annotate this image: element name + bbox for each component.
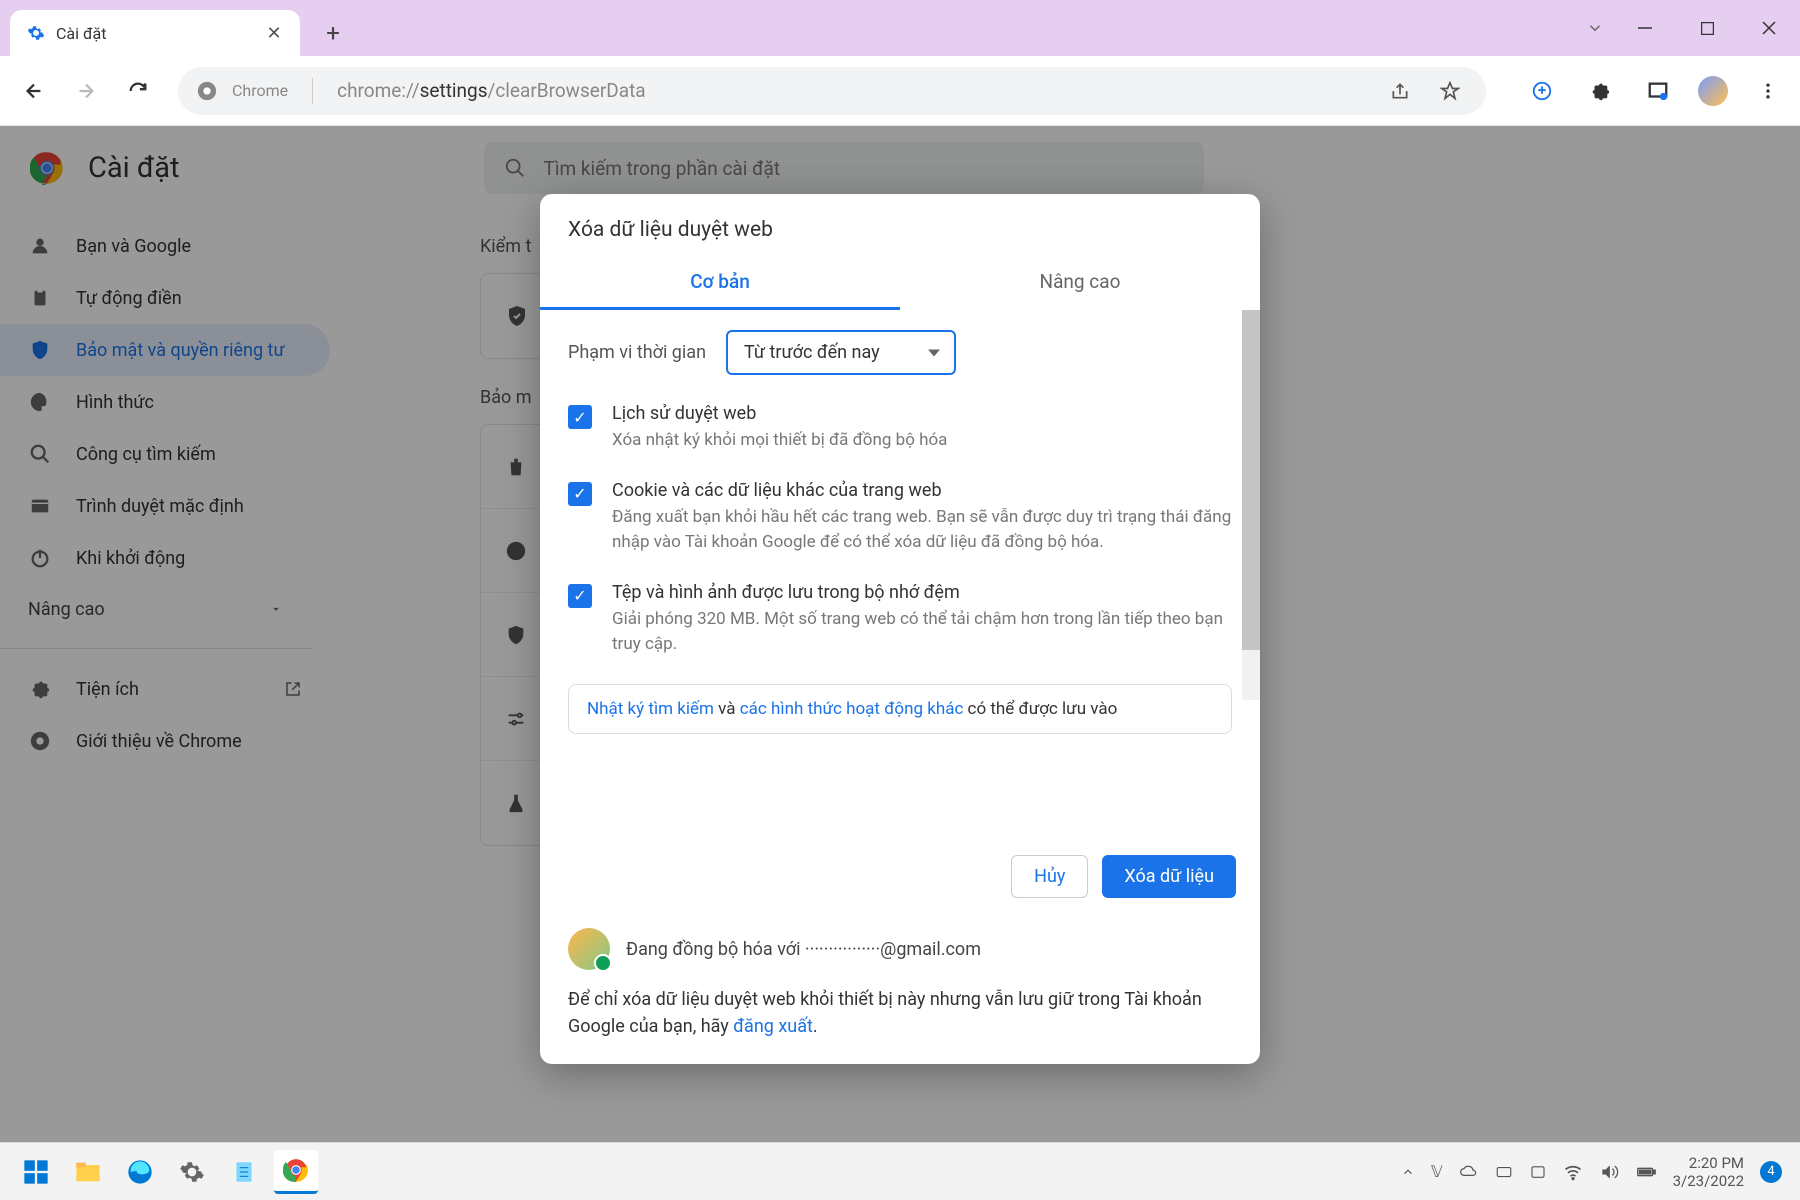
sync-avatar xyxy=(568,928,610,970)
windows-taskbar: 𝕍 2:20 PM 3/23/2022 4 xyxy=(0,1142,1800,1200)
checkbox-sublabel: Xóa nhật ký khỏi mọi thiết bị đã đồng bộ… xyxy=(612,428,947,454)
tray-chevron-icon[interactable] xyxy=(1401,1165,1415,1179)
wifi-icon[interactable] xyxy=(1563,1162,1583,1182)
extensions-icon[interactable] xyxy=(1582,73,1618,109)
checkbox-row-cookies: ✓ Cookie và các dữ liệu khác của trang w… xyxy=(568,480,1232,556)
new-tab-button[interactable]: + xyxy=(314,14,352,52)
chrome-taskbar-icon[interactable] xyxy=(274,1150,318,1194)
start-button[interactable] xyxy=(14,1150,58,1194)
chrome-icon xyxy=(196,80,218,102)
browser-toolbar: Chrome chrome://settings/clearBrowserDat… xyxy=(0,56,1800,126)
dialog-title: Xóa dữ liệu duyệt web xyxy=(540,194,1260,256)
sign-out-link[interactable]: đăng xuất xyxy=(733,1016,813,1037)
share-icon[interactable] xyxy=(1382,73,1418,109)
sync-badge-icon xyxy=(594,954,612,972)
time-range-label: Phạm vi thời gian xyxy=(568,342,706,363)
extension-icon-1[interactable] xyxy=(1524,73,1560,109)
checkbox-label: Cookie và các dữ liệu khác của trang web xyxy=(612,480,1232,501)
sync-text: Đang đồng bộ hóa với ················@gm… xyxy=(626,939,981,960)
other-activity-link[interactable]: các hình thức hoạt động khác xyxy=(740,699,964,719)
dialog-tabs: Cơ bản Nâng cao xyxy=(540,256,1260,310)
volume-icon[interactable] xyxy=(1599,1162,1619,1182)
touchpad-icon[interactable] xyxy=(1529,1163,1547,1181)
tray-v-icon[interactable]: 𝕍 xyxy=(1431,1162,1443,1182)
language-icon[interactable] xyxy=(1495,1163,1513,1181)
window-close-button[interactable] xyxy=(1738,7,1800,49)
checkbox-cookies[interactable]: ✓ xyxy=(568,482,592,506)
maximize-button[interactable] xyxy=(1676,7,1738,49)
clear-browsing-data-dialog: Xóa dữ liệu duyệt web Cơ bản Nâng cao Ph… xyxy=(540,194,1260,1064)
checkbox-sublabel: Giải phóng 320 MB. Một số trang web có t… xyxy=(612,607,1232,658)
menu-icon[interactable] xyxy=(1750,73,1786,109)
url-prefix: Chrome xyxy=(232,81,288,100)
dialog-footer: Để chỉ xóa dữ liệu duyệt web khỏi thiết … xyxy=(540,986,1260,1064)
minimize-button[interactable] xyxy=(1614,7,1676,49)
window-titlebar: Cài đặt ✕ + xyxy=(0,0,1800,56)
checkbox-row-cache: ✓ Tệp và hình ảnh được lưu trong bộ nhớ … xyxy=(568,582,1232,658)
tab-title: Cài đặt xyxy=(56,24,254,43)
checkbox-sublabel: Đăng xuất bạn khỏi hầu hết các trang web… xyxy=(612,505,1232,556)
browser-tab[interactable]: Cài đặt ✕ xyxy=(10,10,300,56)
address-bar[interactable]: Chrome chrome://settings/clearBrowserDat… xyxy=(178,67,1486,115)
checkbox-history[interactable]: ✓ xyxy=(568,405,592,429)
tab-advanced[interactable]: Nâng cao xyxy=(900,256,1260,310)
forward-button[interactable] xyxy=(66,71,106,111)
taskbar-clock[interactable]: 2:20 PM 3/23/2022 xyxy=(1673,1154,1744,1190)
notification-badge[interactable]: 4 xyxy=(1760,1161,1782,1183)
checkbox-label: Tệp và hình ảnh được lưu trong bộ nhớ đệ… xyxy=(612,582,1232,603)
bookmark-icon[interactable] xyxy=(1432,73,1468,109)
url-text: chrome://settings/clearBrowserData xyxy=(337,79,1368,102)
info-box: Nhật ký tìm kiếm và các hình thức hoạt đ… xyxy=(568,684,1232,734)
cancel-button[interactable]: Hủy xyxy=(1011,855,1088,898)
search-history-link[interactable]: Nhật ký tìm kiếm xyxy=(587,699,714,719)
checkbox-row-history: ✓ Lịch sử duyệt web Xóa nhật ký khỏi mọi… xyxy=(568,403,1232,454)
edge-icon[interactable] xyxy=(118,1150,162,1194)
onedrive-icon[interactable] xyxy=(1459,1162,1479,1182)
reload-button[interactable] xyxy=(118,71,158,111)
close-icon[interactable]: ✕ xyxy=(264,23,284,43)
scrollbar[interactable] xyxy=(1242,310,1260,700)
notepad-icon[interactable] xyxy=(222,1150,266,1194)
checkbox-cache[interactable]: ✓ xyxy=(568,584,592,608)
time-range-select[interactable]: Từ trước đến nay xyxy=(726,330,956,375)
battery-icon[interactable] xyxy=(1635,1161,1657,1183)
clear-data-button[interactable]: Xóa dữ liệu xyxy=(1102,855,1236,898)
sync-info-row: Đang đồng bộ hóa với ················@gm… xyxy=(540,912,1260,986)
back-button[interactable] xyxy=(14,71,54,111)
extension-icon-2[interactable] xyxy=(1640,73,1676,109)
file-explorer-icon[interactable] xyxy=(66,1150,110,1194)
dialog-body: Phạm vi thời gian Từ trước đến nay ✓ Lịc… xyxy=(540,310,1260,840)
gear-icon xyxy=(26,23,46,43)
modal-overlay: Xóa dữ liệu duyệt web Cơ bản Nâng cao Ph… xyxy=(0,126,1800,1142)
settings-icon[interactable] xyxy=(170,1150,214,1194)
profile-avatar[interactable] xyxy=(1698,76,1728,106)
checkbox-label: Lịch sử duyệt web xyxy=(612,403,947,424)
chevron-down-icon[interactable] xyxy=(1586,19,1604,37)
tab-basic[interactable]: Cơ bản xyxy=(540,256,900,310)
